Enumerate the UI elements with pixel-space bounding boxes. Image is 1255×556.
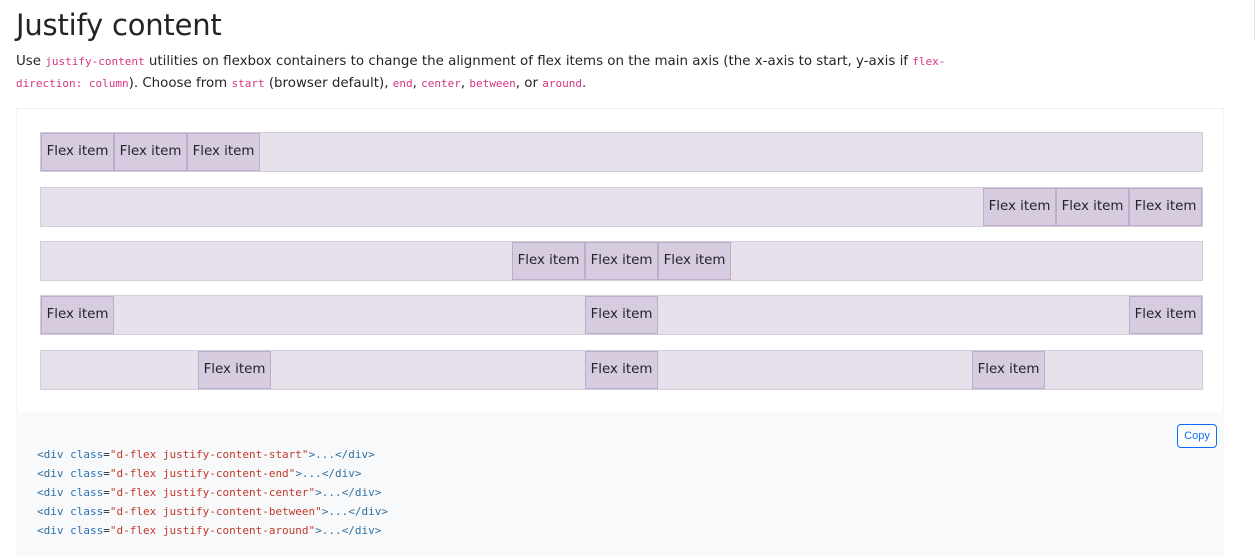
inline-code: around <box>542 77 582 90</box>
lead-text: . <box>581 76 587 91</box>
flex-item: Flex item <box>512 242 585 280</box>
lead-text: , <box>412 76 422 91</box>
inline-code: center <box>421 77 461 90</box>
flex-row-center: Flex item Flex item Flex item <box>40 241 1203 281</box>
inline-code: justify-content <box>45 55 145 68</box>
page-title: Justify content <box>16 8 222 42</box>
lead-text: Use <box>16 54 46 69</box>
code-line: <div class="d-flex justify-content-start… <box>37 448 375 461</box>
code-line: <div class="d-flex justify-content-cente… <box>37 486 382 499</box>
flex-item: Flex item <box>41 133 114 171</box>
inline-code: between <box>469 77 516 90</box>
flex-item: Flex item <box>187 133 260 171</box>
flex-item: Flex item <box>114 133 187 171</box>
flex-item: Flex item <box>1056 188 1129 226</box>
flex-row-end: Flex item Flex item Flex item <box>40 187 1203 227</box>
flex-item: Flex item <box>585 242 658 280</box>
flex-item: Flex item <box>41 296 114 334</box>
flex-row-start: Flex item Flex item Flex item <box>40 132 1203 172</box>
lead-text: (browser default), <box>264 76 393 91</box>
flex-row-between: Flex item Flex item Flex item <box>40 295 1203 335</box>
flex-item: Flex item <box>983 188 1056 226</box>
lead-text: utilities on flexbox containers to chang… <box>144 54 913 69</box>
lead-text: , or <box>515 76 543 91</box>
flex-item: Flex item <box>198 351 271 389</box>
flex-item: Flex item <box>1129 296 1202 334</box>
lead-text: ). Choose from <box>128 76 232 91</box>
flex-item: Flex item <box>1129 188 1202 226</box>
inline-code: start <box>231 77 265 90</box>
flex-item: Flex item <box>658 242 731 280</box>
code-line: <div class="d-flex justify-content-aroun… <box>37 524 382 537</box>
flex-item: Flex item <box>585 351 658 389</box>
copy-button[interactable]: Copy <box>1177 424 1217 448</box>
flex-row-around: Flex item Flex item Flex item <box>40 350 1203 390</box>
intro-paragraph: Use justify-content utilities on flexbox… <box>16 51 996 95</box>
code-block: <div class="d-flex justify-content-start… <box>37 445 388 540</box>
flex-item: Flex item <box>972 351 1045 389</box>
code-line: <div class="d-flex justify-content-end">… <box>37 467 362 480</box>
code-line: <div class="d-flex justify-content-betwe… <box>37 505 389 518</box>
code-snippet: Copy <div class="d-flex justify-content-… <box>16 411 1224 556</box>
flex-item: Flex item <box>585 296 658 334</box>
inline-code: end <box>392 77 413 90</box>
